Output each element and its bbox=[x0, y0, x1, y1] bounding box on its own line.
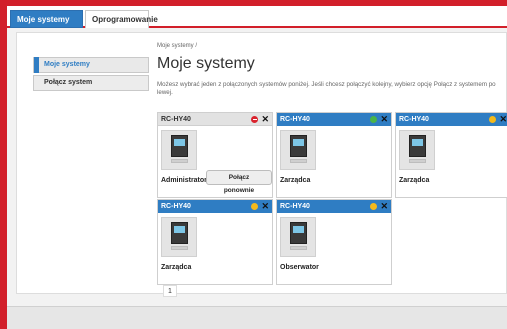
close-icon[interactable]: ✕ bbox=[380, 113, 388, 126]
footer bbox=[7, 306, 507, 329]
pagination-page[interactable]: 1 bbox=[163, 285, 177, 297]
card-header: RC-HY40 ✕ bbox=[158, 113, 272, 126]
system-name: RC-HY40 bbox=[280, 203, 310, 210]
sidebar-item-my-systems[interactable]: Moje systemy bbox=[33, 57, 149, 73]
card-header: RC-HY40 ✕ bbox=[277, 200, 391, 213]
user-role: Zarządca bbox=[280, 177, 311, 184]
content-area: Moje systemy / Moje systemy Możesz wybra… bbox=[157, 43, 507, 97]
status-warning-icon bbox=[370, 203, 377, 210]
reconnect-button[interactable]: Połącz ponownie bbox=[206, 170, 272, 194]
system-card[interactable]: RC-HY40 ✕ Zarządca bbox=[157, 199, 273, 285]
tab-software[interactable]: Oprogramowanie bbox=[85, 10, 158, 28]
tab-my-systems[interactable]: Moje systemy bbox=[10, 10, 83, 28]
status-online-icon bbox=[370, 116, 377, 123]
page-description: Możesz wybrać jeden z połączonych system… bbox=[157, 81, 496, 96]
device-image bbox=[280, 217, 316, 257]
app-window: Moje systemy Oprogramowanie Moje systemy… bbox=[7, 6, 507, 329]
system-name: RC-HY40 bbox=[280, 116, 310, 123]
active-marker bbox=[34, 57, 39, 73]
close-icon[interactable]: ✕ bbox=[261, 113, 269, 126]
card-header: RC-HY40 ✕ bbox=[277, 113, 391, 126]
card-header: RC-HY40 ✕ bbox=[396, 113, 507, 126]
user-role: Obserwator bbox=[280, 264, 319, 271]
status-warning-icon bbox=[489, 116, 496, 123]
close-icon[interactable]: ✕ bbox=[380, 200, 388, 213]
user-role: Administrator bbox=[161, 177, 207, 184]
close-icon[interactable]: ✕ bbox=[261, 200, 269, 213]
top-navigation: Moje systemy Oprogramowanie bbox=[7, 6, 507, 28]
page-title: Moje systemy bbox=[157, 55, 255, 72]
status-error-icon bbox=[251, 116, 258, 123]
breadcrumb[interactable]: Moje systemy / bbox=[157, 43, 507, 53]
system-card[interactable]: RC-HY40 ✕ Administrator Połącz ponownie bbox=[157, 112, 273, 198]
close-icon[interactable]: ✕ bbox=[499, 113, 507, 126]
system-card[interactable]: RC-HY40 ✕ Zarządca bbox=[276, 112, 392, 198]
main-panel: Moje systemy Połącz system Moje systemy … bbox=[16, 32, 507, 297]
system-card[interactable]: RC-HY40 ✕ Zarządca bbox=[395, 112, 507, 198]
system-name: RC-HY40 bbox=[161, 116, 191, 123]
system-name: RC-HY40 bbox=[399, 116, 429, 123]
system-card[interactable]: RC-HY40 ✕ Obserwator bbox=[276, 199, 392, 285]
status-warning-icon bbox=[251, 203, 258, 210]
sidebar-item-connect-system[interactable]: Połącz system bbox=[33, 75, 149, 91]
sidebar: Moje systemy Połącz system bbox=[33, 57, 149, 93]
sidebar-item-label: Połącz system bbox=[44, 79, 93, 86]
device-image bbox=[280, 130, 316, 170]
user-role: Zarządca bbox=[161, 264, 192, 271]
device-image bbox=[399, 130, 435, 170]
sidebar-item-label: Moje systemy bbox=[44, 61, 90, 68]
device-image bbox=[161, 217, 197, 257]
user-role: Zarządca bbox=[399, 177, 430, 184]
device-image bbox=[161, 130, 197, 170]
system-name: RC-HY40 bbox=[161, 203, 191, 210]
card-header: RC-HY40 ✕ bbox=[158, 200, 272, 213]
